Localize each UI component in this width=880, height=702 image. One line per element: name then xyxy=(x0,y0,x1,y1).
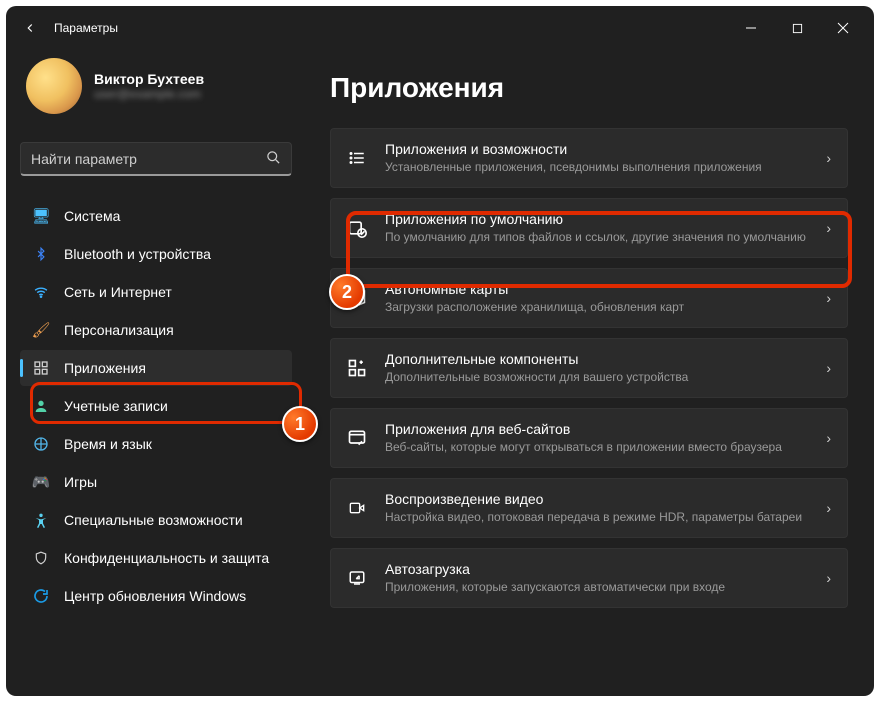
nav-bluetooth[interactable]: Bluetooth и устройства xyxy=(20,236,292,272)
nav-label: Приложения xyxy=(64,360,146,376)
nav: 🖥 Система Bluetooth и устройства Сеть и … xyxy=(20,198,292,614)
shield-icon xyxy=(32,549,50,567)
nav-windows-update[interactable]: Центр обновления Windows xyxy=(20,578,292,614)
card-subtitle: Дополнительные возможности для вашего ус… xyxy=(385,369,810,385)
nav-system[interactable]: 🖥 Система xyxy=(20,198,292,234)
nav-label: Персонализация xyxy=(64,322,174,338)
website-apps-icon xyxy=(345,428,369,448)
titlebar: Параметры xyxy=(6,6,874,50)
card-startup[interactable]: Автозагрузка Приложения, которые запуска… xyxy=(330,548,848,608)
video-icon xyxy=(345,500,369,516)
wifi-icon xyxy=(32,283,50,301)
map-icon xyxy=(345,289,369,307)
chevron-right-icon: › xyxy=(826,430,831,446)
card-title: Автономные карты xyxy=(385,281,810,297)
apps-icon xyxy=(32,359,50,377)
nav-accounts[interactable]: Учетные записи xyxy=(20,388,292,424)
card-title: Приложения для веб-сайтов xyxy=(385,421,810,437)
avatar xyxy=(26,58,82,114)
brush-icon: 🖌 xyxy=(32,321,50,339)
nav-label: Учетные записи xyxy=(64,398,168,414)
card-subtitle: Загрузки расположение хранилища, обновле… xyxy=(385,299,810,315)
card-title: Приложения по умолчанию xyxy=(385,211,810,227)
profile-email: user@example.com xyxy=(94,87,204,101)
card-subtitle: Настройка видео, потоковая передача в ре… xyxy=(385,509,810,525)
chevron-right-icon: › xyxy=(826,360,831,376)
nav-label: Игры xyxy=(64,474,97,490)
system-icon: 🖥 xyxy=(32,207,50,225)
window-close[interactable] xyxy=(820,12,866,44)
card-default-apps[interactable]: Приложения по умолчанию По умолчанию для… xyxy=(330,198,848,258)
card-video-playback[interactable]: Воспроизведение видео Настройка видео, п… xyxy=(330,478,848,538)
gamepad-icon: 🎮 xyxy=(32,473,50,491)
list-icon xyxy=(345,149,369,167)
nav-network[interactable]: Сеть и Интернет xyxy=(20,274,292,310)
nav-label: Время и язык xyxy=(64,436,152,452)
chevron-right-icon: › xyxy=(826,500,831,516)
nav-label: Центр обновления Windows xyxy=(64,588,246,604)
nav-gaming[interactable]: 🎮 Игры xyxy=(20,464,292,500)
update-icon xyxy=(32,587,50,605)
bluetooth-icon xyxy=(32,245,50,263)
main-content: Приложения Приложения и возможности Уста… xyxy=(306,50,874,696)
window-title: Параметры xyxy=(54,21,118,35)
card-apps-for-websites[interactable]: Приложения для веб-сайтов Веб-сайты, кот… xyxy=(330,408,848,468)
card-subtitle: Установленные приложения, псевдонимы вып… xyxy=(385,159,810,175)
chevron-right-icon: › xyxy=(826,290,831,306)
card-subtitle: Веб-сайты, которые могут открываться в п… xyxy=(385,439,810,455)
card-title: Воспроизведение видео xyxy=(385,491,810,507)
default-apps-icon xyxy=(345,218,369,238)
search-input[interactable]: Найти параметр xyxy=(20,142,292,176)
nav-label: Конфиденциальность и защита xyxy=(64,550,269,566)
nav-apps[interactable]: Приложения xyxy=(20,350,292,386)
page-title: Приложения xyxy=(330,72,848,104)
nav-label: Специальные возможности xyxy=(64,512,243,528)
components-icon xyxy=(345,358,369,378)
nav-accessibility[interactable]: Специальные возможности xyxy=(20,502,292,538)
window-maximize[interactable] xyxy=(774,12,820,44)
card-title: Приложения и возможности xyxy=(385,141,810,157)
card-subtitle: Приложения, которые запускаются автомати… xyxy=(385,579,810,595)
card-subtitle: По умолчанию для типов файлов и ссылок, … xyxy=(385,229,810,245)
profile-name: Виктор Бухтеев xyxy=(94,71,204,87)
nav-label: Bluetooth и устройства xyxy=(64,246,211,262)
back-button[interactable] xyxy=(14,12,46,44)
nav-personalization[interactable]: 🖌 Персонализация xyxy=(20,312,292,348)
sidebar: Виктор Бухтеев user@example.com Найти па… xyxy=(6,50,306,696)
person-icon xyxy=(32,397,50,415)
card-apps-features[interactable]: Приложения и возможности Установленные п… xyxy=(330,128,848,188)
profile[interactable]: Виктор Бухтеев user@example.com xyxy=(20,54,292,124)
startup-icon xyxy=(345,569,369,587)
card-optional-features[interactable]: Дополнительные компоненты Дополнительные… xyxy=(330,338,848,398)
nav-privacy[interactable]: Конфиденциальность и защита xyxy=(20,540,292,576)
chevron-right-icon: › xyxy=(826,220,831,236)
card-title: Автозагрузка xyxy=(385,561,810,577)
search-icon xyxy=(266,150,281,168)
nav-label: Система xyxy=(64,208,120,224)
chevron-right-icon: › xyxy=(826,150,831,166)
accessibility-icon xyxy=(32,511,50,529)
card-title: Дополнительные компоненты xyxy=(385,351,810,367)
chevron-right-icon: › xyxy=(826,570,831,586)
globe-icon xyxy=(32,435,50,453)
nav-label: Сеть и Интернет xyxy=(64,284,172,300)
nav-time-language[interactable]: Время и язык xyxy=(20,426,292,462)
window-minimize[interactable] xyxy=(728,12,774,44)
search-placeholder: Найти параметр xyxy=(31,151,137,167)
card-offline-maps[interactable]: Автономные карты Загрузки расположение х… xyxy=(330,268,848,328)
